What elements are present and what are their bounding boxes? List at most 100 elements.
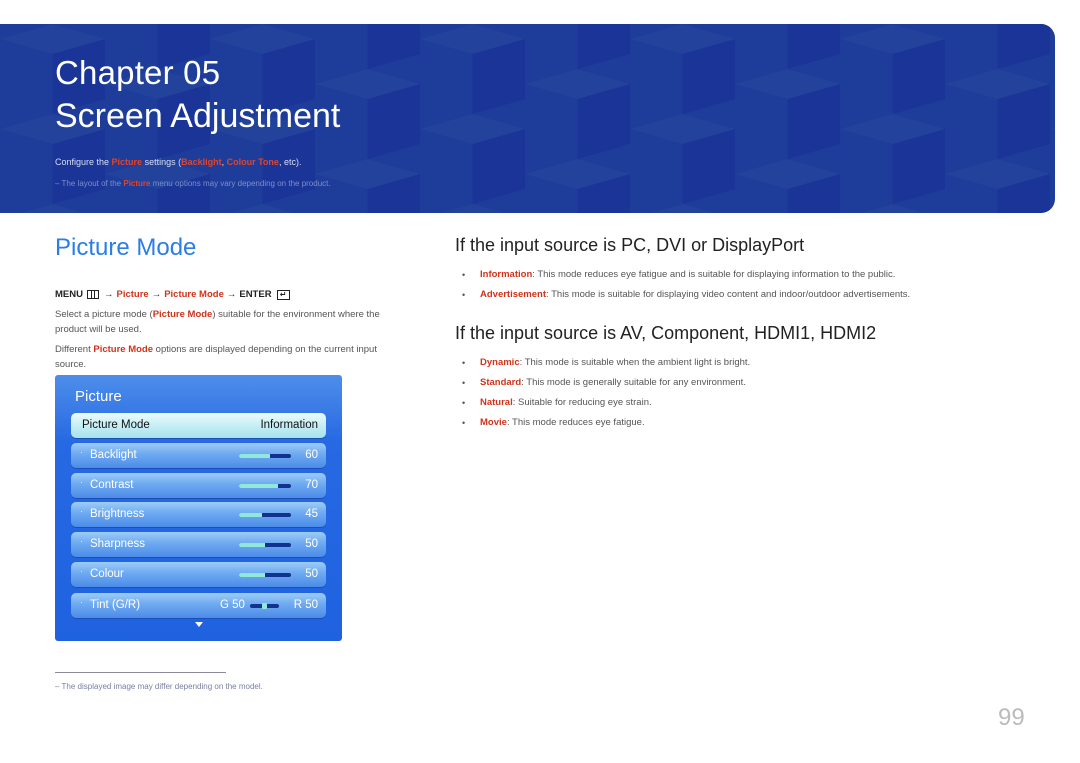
tint-slider-handle[interactable] bbox=[262, 603, 267, 609]
scroll-down-arrow-icon[interactable] bbox=[195, 622, 203, 627]
section-title: Picture Mode bbox=[55, 234, 197, 261]
footnote-text: The displayed image may differ depending… bbox=[59, 682, 263, 691]
desc-colour-tone: Colour Tone bbox=[226, 157, 279, 167]
av-mode-list: Dynamic: This mode is suitable when the … bbox=[462, 353, 750, 433]
setting-label: Brightness bbox=[90, 508, 145, 521]
pc-source-heading: If the input source is PC, DVI or Displa… bbox=[455, 235, 805, 255]
tint-row[interactable]: · Tint (G/R) G 50 R 50 bbox=[71, 593, 326, 618]
bullet-icon: · bbox=[80, 506, 83, 517]
setting-slider[interactable] bbox=[239, 513, 291, 518]
slider-fill bbox=[239, 454, 271, 458]
para-highlight: Picture Mode bbox=[93, 344, 154, 355]
tint-slider[interactable] bbox=[250, 603, 279, 609]
setting-row-backlight[interactable]: · Backlight 60 bbox=[71, 443, 326, 468]
setting-row-colour[interactable]: · Colour 50 bbox=[71, 561, 326, 587]
bullet-icon: · bbox=[80, 447, 83, 457]
mode-item-movie: Movie: This mode reduces eye fatigue. bbox=[462, 413, 750, 433]
mode-term: Dynamic bbox=[480, 357, 520, 368]
tint-r-value: R 50 bbox=[293, 599, 318, 611]
av-source-heading: If the input source is AV, Component, HD… bbox=[455, 323, 877, 343]
options-paragraph: Different Picture Mode options are displ… bbox=[55, 342, 410, 372]
menu-path-picture-mode: Picture Mode bbox=[164, 289, 224, 300]
slider-fill bbox=[239, 543, 265, 548]
bullet-icon: · bbox=[80, 597, 83, 607]
arrow-icon: → bbox=[103, 289, 114, 300]
mode-term: Natural bbox=[480, 397, 513, 408]
arrow-icon: → bbox=[151, 289, 162, 300]
desc-text: settings ( bbox=[142, 157, 182, 167]
tint-g-value: G 50 bbox=[220, 599, 245, 611]
setting-row-brightness[interactable]: · Brightness 45 bbox=[71, 502, 326, 528]
mode-item-advertisement: Advertisement: This mode is suitable for… bbox=[462, 285, 910, 305]
mode-description: : This mode reduces eye fatigue. bbox=[506, 417, 645, 428]
slider-fill bbox=[239, 513, 263, 518]
enter-icon: ↵ bbox=[276, 289, 290, 300]
mode-item-standard: Standard: This mode is generally suitabl… bbox=[462, 373, 750, 393]
picture-mode-row[interactable]: Picture Mode Information bbox=[71, 413, 326, 438]
cube-face bbox=[1050, 204, 1055, 213]
cube-face bbox=[367, 24, 420, 69]
note-text: The layout of the bbox=[59, 179, 124, 188]
menu-path-picture: Picture bbox=[116, 289, 149, 300]
desc-text: Configure the bbox=[55, 157, 112, 167]
setting-slider[interactable] bbox=[239, 454, 291, 458]
bullet-icon: · bbox=[80, 536, 83, 547]
cube-face bbox=[441, 204, 504, 213]
cube-face bbox=[21, 204, 84, 213]
setting-label: Backlight bbox=[90, 449, 137, 461]
mode-description: : Suitable for reducing eye strain. bbox=[512, 397, 652, 408]
footnote: – The displayed image may differ dependi… bbox=[55, 682, 263, 691]
picture-menu-title: Picture bbox=[75, 388, 122, 405]
mode-term: Information bbox=[480, 269, 533, 280]
menu-path: MENU → Picture → Picture Mode → ENTER ↵ bbox=[55, 289, 290, 300]
note-picture: Picture bbox=[123, 179, 151, 188]
setting-value: 70 bbox=[305, 478, 318, 491]
setting-label: Colour bbox=[90, 567, 124, 580]
mode-description: : This mode reduces eye fatigue and is s… bbox=[532, 269, 896, 280]
mode-description: : This mode is generally suitable for an… bbox=[521, 377, 746, 388]
bullet-icon: · bbox=[80, 476, 83, 487]
mode-description: : This mode is suitable when the ambient… bbox=[519, 357, 751, 368]
desc-backlight: Backlight bbox=[181, 157, 222, 167]
para-text: Different bbox=[55, 344, 94, 355]
desc-picture: Picture bbox=[111, 157, 143, 167]
chapter-note: – The layout of the Picture menu options… bbox=[55, 179, 331, 188]
setting-label: Sharpness bbox=[90, 538, 145, 551]
mode-item-dynamic: Dynamic: This mode is suitable when the … bbox=[462, 353, 750, 373]
pc-mode-list: Information: This mode reduces eye fatig… bbox=[462, 265, 910, 305]
para-highlight: Picture Mode bbox=[152, 309, 213, 320]
note-text: menu options may vary depending on the p… bbox=[150, 179, 331, 188]
para-text: Select a picture mode ( bbox=[55, 309, 153, 320]
setting-row-sharpness[interactable]: · Sharpness 50 bbox=[71, 532, 326, 558]
mode-term: Standard bbox=[480, 377, 522, 388]
menu-label: MENU bbox=[55, 289, 83, 300]
picture-menu-panel: Picture Picture Mode Information · Backli… bbox=[55, 375, 342, 641]
arrow-icon: → bbox=[226, 289, 237, 300]
setting-slider[interactable] bbox=[239, 572, 291, 577]
chapter-description: Configure the Picture settings (Backligh… bbox=[55, 157, 301, 167]
chapter-label: Chapter 05 bbox=[55, 54, 221, 91]
chapter-banner: Chapter 05 Screen Adjustment Configure t… bbox=[0, 24, 1055, 213]
setting-slider[interactable] bbox=[239, 483, 291, 488]
cube-face bbox=[861, 204, 924, 213]
setting-row-contrast[interactable]: · Contrast 70 bbox=[71, 472, 326, 498]
setting-value: 45 bbox=[305, 508, 318, 521]
cube-face bbox=[577, 24, 630, 69]
intro-paragraph: Select a picture mode (Picture Mode) sui… bbox=[55, 307, 410, 337]
page-number: 99 bbox=[998, 704, 1025, 731]
cube-face bbox=[231, 204, 294, 213]
setting-value: 60 bbox=[305, 449, 318, 461]
cube-face bbox=[1050, 127, 1055, 131]
picture-mode-label: Picture Mode bbox=[82, 419, 150, 431]
mode-term: Movie bbox=[480, 417, 507, 428]
chapter-title: Screen Adjustment bbox=[55, 97, 341, 135]
setting-slider[interactable] bbox=[239, 543, 291, 548]
slider-fill bbox=[239, 572, 265, 577]
footnote-divider bbox=[55, 672, 226, 673]
mode-term: Advertisement bbox=[480, 289, 546, 300]
mode-description: : This mode is suitable for displaying v… bbox=[546, 289, 911, 300]
cube-face bbox=[787, 24, 840, 69]
setting-value: 50 bbox=[305, 567, 318, 580]
tint-label: Tint (G/R) bbox=[90, 599, 141, 611]
enter-label: ENTER bbox=[239, 289, 272, 300]
